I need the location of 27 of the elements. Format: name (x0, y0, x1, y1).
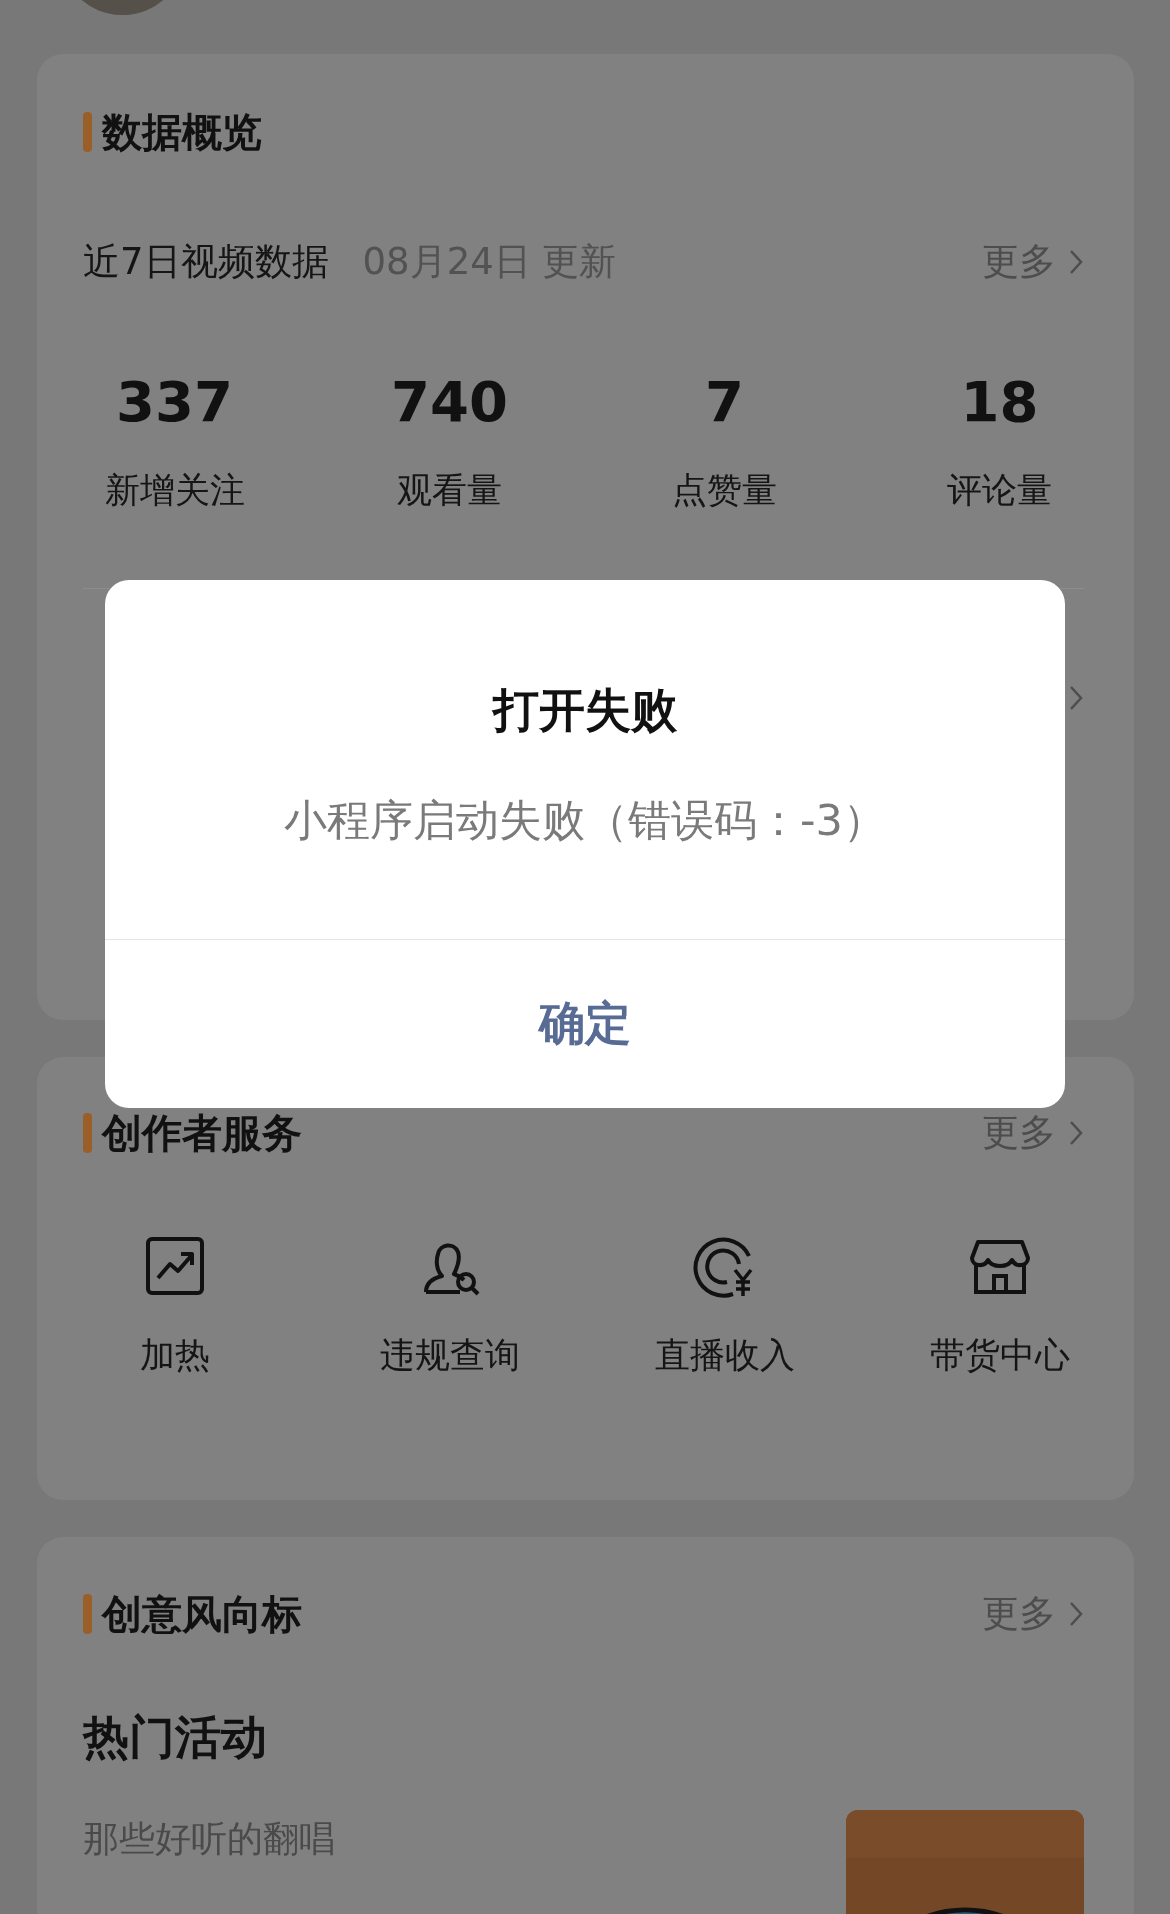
section-marker (83, 1113, 92, 1153)
section-marker (83, 1594, 92, 1634)
chevron-icon (1068, 684, 1084, 712)
stat-value: 337 (116, 368, 233, 436)
stat-label: 点赞量 (672, 469, 777, 512)
chevron-icon (1068, 1600, 1084, 1628)
stat-label: 评论量 (947, 469, 1052, 512)
section-title: 创意风向标 (102, 1590, 303, 1639)
stat-label: 新增关注 (104, 469, 245, 512)
service-label[interactable]: 违规查询 (379, 1332, 520, 1378)
stat-value: 7 (705, 368, 744, 436)
chevron-icon (1068, 248, 1084, 276)
subsection-title: 热门活动 (83, 1709, 268, 1766)
service-label[interactable]: 带货中心 (929, 1332, 1070, 1378)
section-marker (83, 112, 92, 152)
section-title: 创作者服务 (102, 1109, 303, 1158)
stat-value: 740 (391, 368, 508, 436)
dialog-message: 小程序启动失败（错误码：-3） (284, 794, 886, 847)
service-label[interactable]: 加热 (139, 1332, 210, 1378)
chevron-icon (1068, 1119, 1084, 1147)
stat-value: 18 (960, 368, 1039, 436)
confirm-button[interactable]: 确定 (105, 940, 1065, 1108)
dialog-title: 打开失败 (493, 682, 677, 739)
section-label: 近7日视频数据 (83, 239, 329, 285)
stat-label: 观看量 (397, 469, 502, 512)
service-label[interactable]: 直播收入 (654, 1332, 795, 1378)
section-title: 数据概览 (102, 108, 263, 157)
